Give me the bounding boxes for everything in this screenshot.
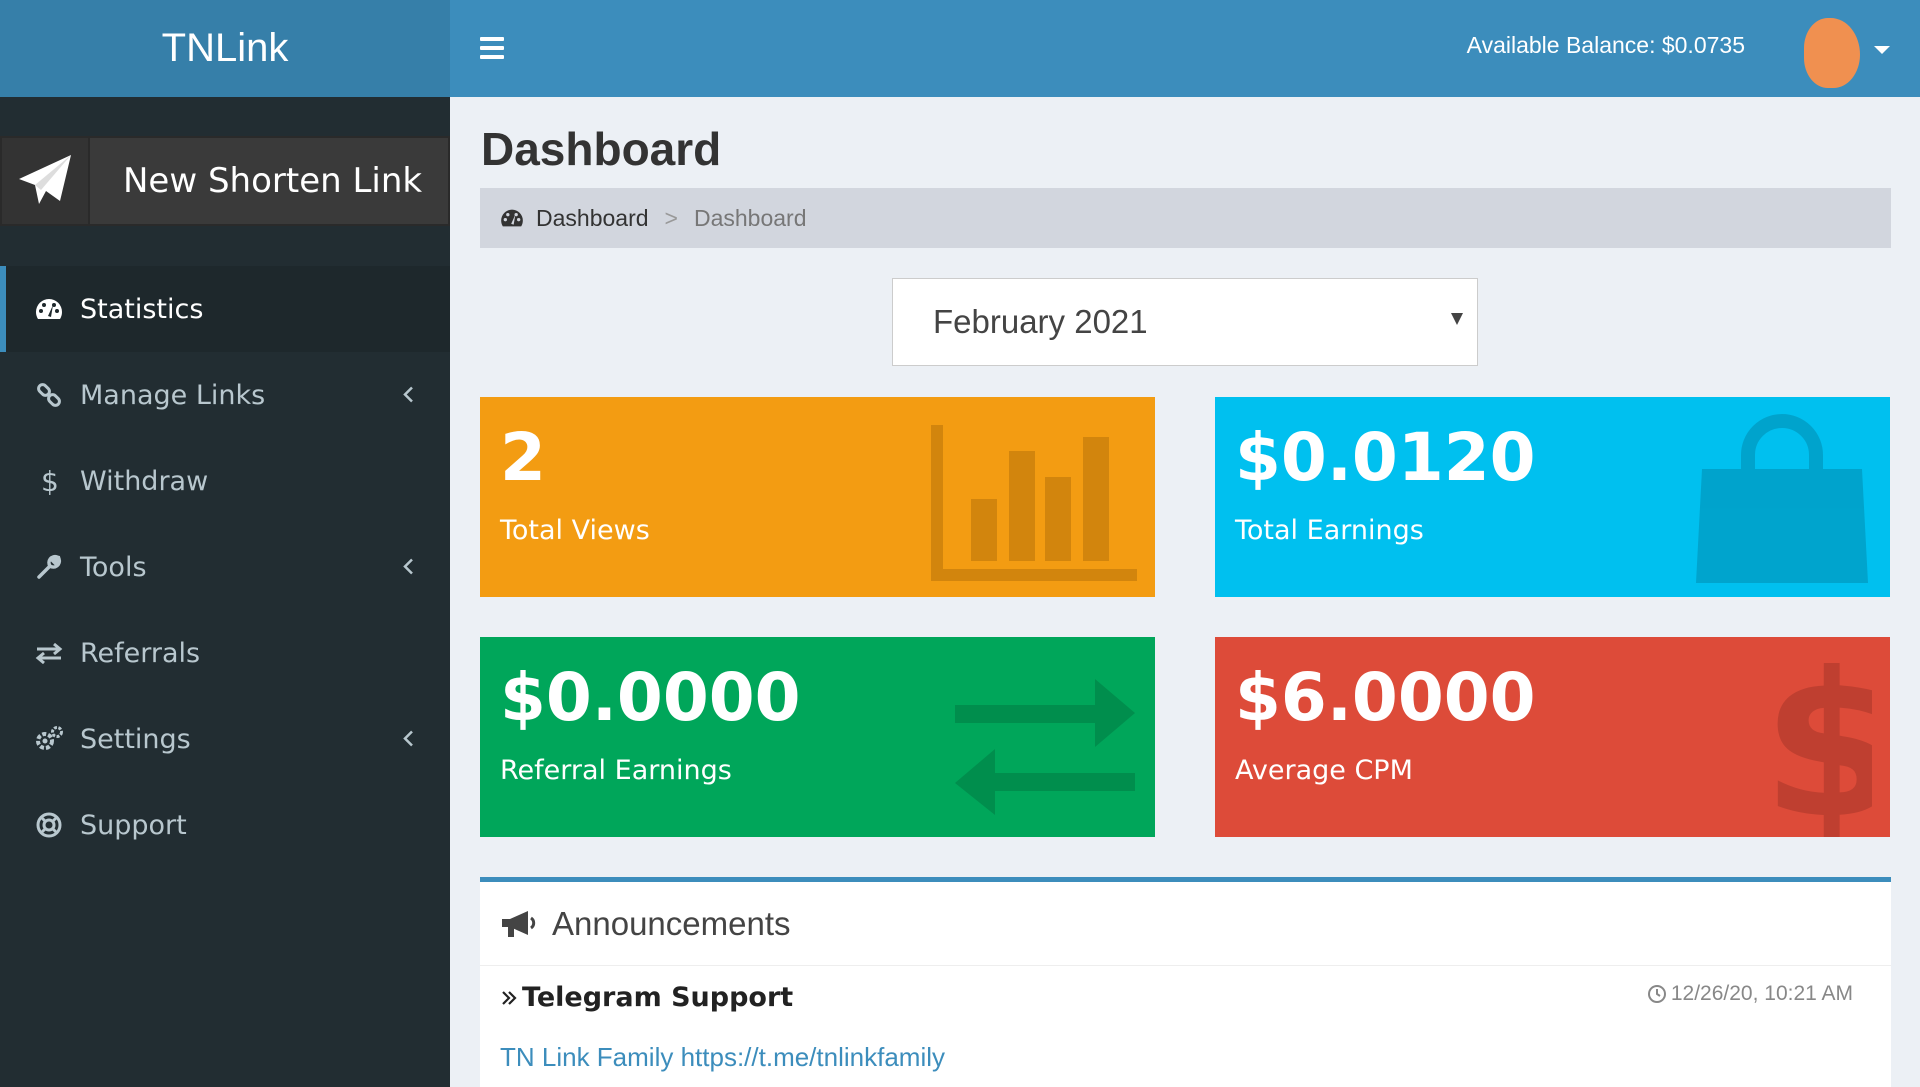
shopping-bag-icon (1696, 414, 1868, 583)
sidebar-item-support[interactable]: Support (0, 782, 450, 868)
sidebar-item-label: Settings (80, 723, 191, 755)
total-views-label: Total Views (500, 515, 650, 546)
sidebar: TNLink New Shorten Link Statistics Manag… (0, 0, 450, 1087)
breadcrumb-separator: > (664, 204, 678, 231)
hamburger-menu-icon[interactable] (480, 37, 504, 59)
life-ring-icon (32, 808, 66, 842)
referral-earnings-label: Referral Earnings (500, 755, 732, 786)
breadcrumb-current: Dashboard (693, 204, 807, 231)
top-navbar: Available Balance: $0.0735 (450, 0, 1920, 97)
breadcrumb: Dashboard > Dashboard (480, 188, 1891, 248)
clock-icon (1647, 985, 1666, 1003)
chevron-left-icon (402, 724, 414, 755)
announcements-title: Announcements (552, 904, 791, 942)
sidebar-item-label: Withdraw (80, 465, 209, 497)
sidebar-item-tools[interactable]: Tools (0, 524, 450, 610)
average-cpm-value: $6.0000 (1235, 659, 1536, 736)
brand-name: TNLink (161, 26, 289, 70)
bar-chart-icon (931, 425, 1137, 581)
sidebar-item-referrals[interactable]: Referrals (0, 610, 450, 696)
select-arrow-icon (1451, 313, 1463, 325)
chevron-left-icon (402, 552, 414, 583)
brand-logo[interactable]: TNLink (0, 0, 450, 97)
announcement-title-text: Telegram Support (522, 982, 794, 1013)
chevron-left-icon (402, 380, 414, 411)
caret-down-icon[interactable] (1874, 46, 1890, 54)
announcement-link[interactable]: TN Link Family https://t.me/tnlinkfamily (500, 1042, 945, 1073)
referral-earnings-box: $0.0000 Referral Earnings (480, 637, 1155, 837)
dollar-icon: $ (1762, 651, 1872, 837)
paper-plane-icon (2, 138, 90, 224)
new-shorten-link-label: New Shorten Link (123, 161, 423, 201)
user-avatar[interactable] (1804, 18, 1860, 88)
dashboard-icon (500, 208, 524, 228)
double-chevron-right-icon (502, 990, 517, 1005)
announcement-date: 12/26/20, 10:21 AM (1647, 982, 1853, 1006)
dashboard-icon (32, 292, 66, 326)
exchange-icon (955, 679, 1135, 815)
total-earnings-label: Total Earnings (1235, 515, 1424, 546)
sidebar-item-label: Support (80, 809, 187, 841)
new-shorten-link-button[interactable]: New Shorten Link (0, 136, 450, 226)
sidebar-menu: Statistics Manage Links $ Withdraw Tools (0, 266, 450, 868)
sidebar-item-settings[interactable]: Settings (0, 696, 450, 782)
wrench-icon (32, 550, 66, 584)
gears-icon (32, 722, 66, 756)
available-balance: Available Balance: $0.0735 (1466, 32, 1745, 58)
announcements-header: Announcements (480, 882, 1891, 966)
link-icon (32, 378, 66, 412)
page-title: Dashboard (481, 123, 722, 175)
sidebar-item-manage-links[interactable]: Manage Links (0, 352, 450, 438)
svg-text:$: $ (41, 466, 59, 496)
average-cpm-label: Average CPM (1235, 755, 1413, 786)
sidebar-item-withdraw[interactable]: $ Withdraw (0, 438, 450, 524)
svg-text:$: $ (1762, 651, 1872, 837)
total-earnings-box: $0.0120 Total Earnings (1215, 397, 1890, 597)
dollar-icon: $ (32, 464, 66, 498)
referral-earnings-value: $0.0000 (500, 659, 801, 736)
sidebar-item-label: Statistics (80, 293, 204, 325)
sidebar-item-statistics[interactable]: Statistics (0, 266, 450, 352)
sidebar-item-label: Manage Links (80, 379, 266, 411)
announcement-date-text: 12/26/20, 10:21 AM (1670, 982, 1853, 1005)
month-select[interactable]: February 2021 (892, 278, 1478, 366)
average-cpm-box: $6.0000 Average CPM $ (1215, 637, 1890, 837)
announcements-panel: Announcements Telegram Support 12/26/20,… (480, 877, 1891, 1087)
announcement-title: Telegram Support (500, 982, 793, 1013)
sidebar-item-label: Referrals (80, 637, 201, 669)
total-views-value: 2 (500, 419, 546, 496)
total-views-box: 2 Total Views (480, 397, 1155, 597)
total-earnings-value: $0.0120 (1235, 419, 1536, 496)
bullhorn-icon (502, 910, 536, 937)
breadcrumb-link-dashboard[interactable]: Dashboard (536, 205, 649, 232)
month-select-value: February 2021 (933, 303, 1148, 340)
exchange-icon (32, 636, 66, 670)
sidebar-item-label: Tools (80, 551, 147, 583)
